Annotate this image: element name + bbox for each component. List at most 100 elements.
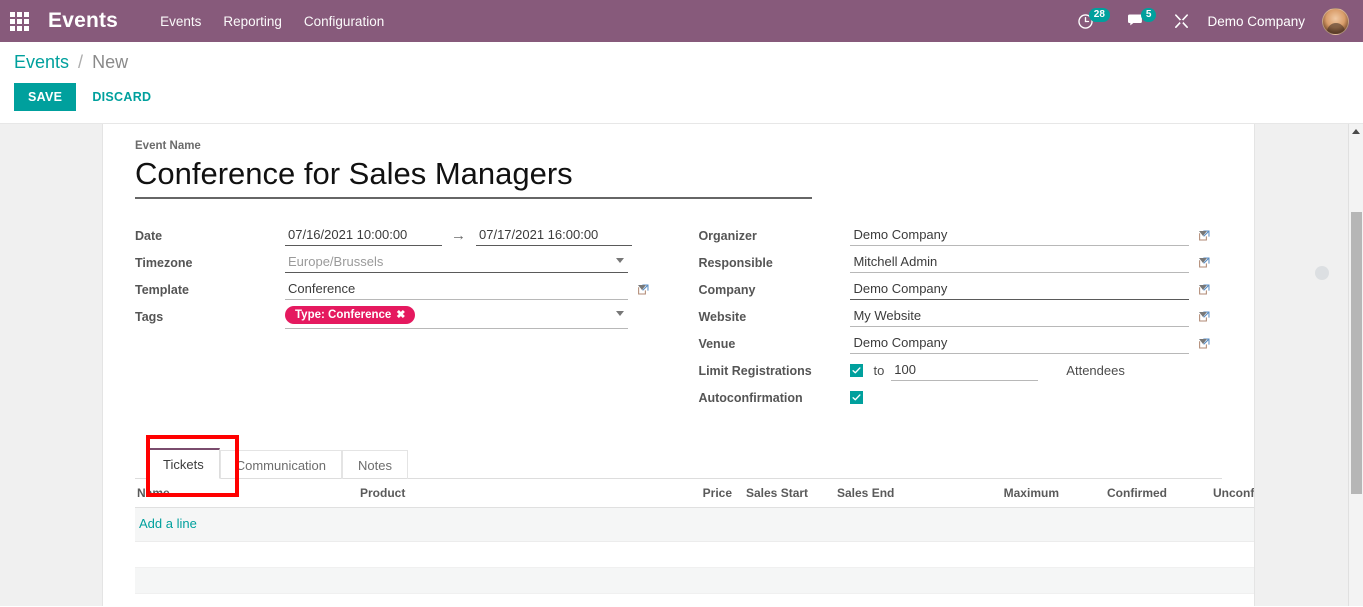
add-a-line-link[interactable]: Add a line: [137, 516, 197, 531]
scrollbar-thumb[interactable]: [1351, 212, 1362, 494]
main-content-area: Event Name Date → Timezone: [0, 124, 1363, 606]
external-link-icon[interactable]: [1198, 337, 1211, 350]
event-name-input[interactable]: [135, 154, 812, 199]
tags-container[interactable]: Type: Conference ✖: [285, 305, 628, 329]
limit-registrations-input[interactable]: [891, 360, 1039, 381]
venue-input[interactable]: [850, 333, 1190, 354]
messages-menu[interactable]: 5: [1127, 8, 1157, 30]
column-header-sales-start[interactable]: Sales Start: [738, 479, 833, 508]
top-navbar: Events Events Reporting Configuration 28…: [0, 0, 1363, 42]
main-menu: Events Reporting Configuration: [160, 14, 384, 29]
tags-label: Tags: [135, 309, 164, 324]
apps-grid-icon[interactable]: [8, 10, 30, 32]
activities-menu[interactable]: 28: [1077, 8, 1110, 30]
messages-count-badge: 5: [1140, 8, 1157, 22]
template-input[interactable]: [285, 279, 628, 300]
record-action-buttons: SAVE DISCARD: [14, 83, 1347, 111]
wrench-tools-icon[interactable]: [1173, 13, 1190, 30]
venue-label: Venue: [698, 336, 736, 351]
tag-chip-label: Type: Conference: [295, 308, 392, 321]
date-begin-input[interactable]: [285, 225, 442, 246]
company-input[interactable]: [850, 279, 1190, 300]
tag-remove-icon[interactable]: ✖: [396, 309, 405, 321]
date-arrow-icon: →: [451, 226, 466, 244]
add-line-cell[interactable]: Add a line: [135, 507, 1254, 542]
field-venue: Venue: [698, 330, 1222, 357]
external-link-icon[interactable]: [1198, 283, 1211, 296]
check-icon: [852, 394, 862, 401]
breadcrumb-events[interactable]: Events: [14, 52, 69, 72]
external-link-icon[interactable]: [1198, 310, 1211, 323]
caret-up-icon: [1352, 129, 1360, 134]
empty-cell: [135, 593, 1254, 606]
date-label: Date: [135, 228, 163, 243]
column-header-name[interactable]: Name: [135, 479, 360, 508]
breadcrumb-separator: /: [78, 52, 84, 72]
field-tags: Tags Type: Conference ✖: [135, 303, 665, 330]
template-label: Template: [135, 282, 189, 297]
field-date: Date →: [135, 222, 665, 249]
field-responsible: Responsible: [698, 249, 1222, 276]
tab-notes[interactable]: Notes: [342, 450, 408, 479]
table-row: [135, 541, 1254, 568]
save-button[interactable]: SAVE: [14, 83, 77, 111]
responsible-input[interactable]: [850, 252, 1190, 273]
menu-item-configuration[interactable]: Configuration: [304, 14, 384, 29]
menu-item-events[interactable]: Events: [160, 14, 201, 29]
tag-chip[interactable]: Type: Conference ✖: [285, 305, 415, 324]
form-column-right: Organizer Responsible: [698, 222, 1222, 411]
limit-registrations-checkbox[interactable]: [850, 364, 864, 377]
website-label: Website: [698, 309, 747, 324]
column-header-unconfirmed[interactable]: Unconfirmed: [1173, 479, 1254, 508]
app-brand-title[interactable]: Events: [48, 9, 118, 33]
tab-tickets[interactable]: Tickets: [147, 448, 220, 479]
add-line-row[interactable]: Add a line: [135, 507, 1254, 542]
check-icon: [852, 367, 862, 374]
date-range-value: →: [285, 225, 632, 246]
column-header-sales-end[interactable]: Sales End: [833, 479, 953, 508]
activities-count-badge: 28: [1088, 8, 1110, 22]
notebook-tabs: Tickets Communication Notes: [135, 435, 1222, 497]
tickets-table: Name Product Price Sales Start Sales End…: [135, 479, 1254, 606]
external-link-icon[interactable]: [1198, 229, 1211, 242]
field-website: Website: [698, 303, 1222, 330]
table-header-row: Name Product Price Sales Start Sales End…: [135, 479, 1254, 508]
autoconfirmation-checkbox[interactable]: [850, 391, 864, 404]
empty-cell: [135, 541, 1254, 568]
navbar-right-cluster: 28 5 Demo Company: [1077, 7, 1349, 35]
responsible-value: [850, 252, 1211, 273]
tab-communication[interactable]: Communication: [219, 450, 343, 479]
organizer-input[interactable]: [850, 225, 1190, 246]
form-sheet: Event Name Date → Timezone: [102, 124, 1255, 606]
empty-cell: [135, 567, 1254, 594]
timezone-input[interactable]: [285, 252, 628, 273]
limit-registrations-label: Limit Registrations: [698, 363, 812, 378]
discard-button[interactable]: DISCARD: [82, 83, 161, 111]
tags-value[interactable]: Type: Conference ✖: [285, 305, 628, 329]
external-link-icon[interactable]: [637, 283, 650, 296]
column-header-maximum[interactable]: Maximum: [953, 479, 1065, 508]
column-header-confirmed[interactable]: Confirmed: [1065, 479, 1173, 508]
vertical-scrollbar[interactable]: [1348, 124, 1363, 606]
breadcrumb: Events / New: [14, 51, 1347, 73]
form-columns: Date → Timezone Template: [135, 222, 1222, 411]
scrollbar-up-button[interactable]: [1349, 124, 1363, 139]
company-switcher[interactable]: Demo Company: [1207, 14, 1305, 29]
organizer-value: [850, 225, 1211, 246]
field-template: Template: [135, 276, 665, 303]
attendees-suffix-label: Attendees: [1066, 363, 1125, 378]
responsible-label: Responsible: [698, 255, 773, 270]
company-label: Company: [698, 282, 756, 297]
website-input[interactable]: [850, 306, 1190, 327]
avatar[interactable]: [1322, 7, 1349, 35]
notebook: Tickets Communication Notes Name Product…: [135, 435, 1254, 606]
external-link-icon[interactable]: [1198, 256, 1211, 269]
kanban-state-dot[interactable]: [1315, 266, 1329, 280]
menu-item-reporting[interactable]: Reporting: [223, 14, 282, 29]
field-autoconfirmation: Autoconfirmation: [698, 384, 1222, 411]
date-end-input[interactable]: [476, 225, 632, 246]
column-header-product[interactable]: Product: [360, 479, 660, 508]
tickets-table-head: Name Product Price Sales Start Sales End…: [135, 479, 1254, 508]
column-header-price[interactable]: Price: [660, 479, 738, 508]
control-panel: Events / New SAVE DISCARD: [0, 42, 1363, 124]
